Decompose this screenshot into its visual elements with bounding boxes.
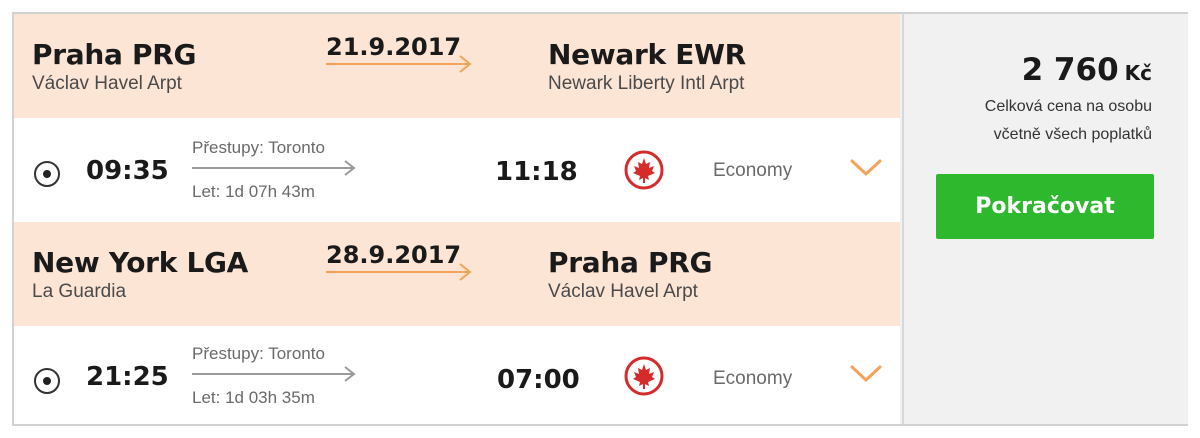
maple-leaf-icon — [624, 150, 664, 190]
origin-airport: La Guardia — [32, 281, 127, 302]
departure-time: 09:35 — [86, 156, 169, 186]
price-note-line2: včetně všech poplatků — [993, 126, 1152, 143]
select-radio[interactable] — [34, 161, 60, 187]
origin-city: Praha PRG — [32, 38, 197, 71]
leg-header-return: New York LGA La Guardia 28.9.2017 Praha … — [14, 222, 900, 326]
chevron-down-icon[interactable] — [850, 364, 882, 384]
price-note-line1: Celková cena na osobu — [984, 98, 1152, 115]
stopover-text: Přestupy: Toronto — [192, 138, 325, 157]
price-currency: Kč — [1124, 61, 1152, 85]
origin-city: New York LGA — [32, 246, 249, 279]
chevron-down-icon[interactable] — [850, 158, 882, 178]
leg-detail-outbound[interactable]: 09:35 Přestupy: Toronto Let: 1d 07h 43m … — [14, 118, 900, 222]
duration-text: Let: 1d 03h 35m — [192, 388, 315, 407]
destination-airport: Newark Liberty Intl Arpt — [548, 73, 745, 94]
origin-airport: Václav Havel Arpt — [32, 73, 182, 94]
destination-city: Praha PRG — [548, 246, 713, 279]
arrow-right-icon — [326, 55, 472, 73]
total-price: 2 760 Kč — [1022, 52, 1152, 88]
leg-detail-return[interactable]: 21:25 Přestupy: Toronto Let: 1d 03h 35m … — [14, 326, 900, 424]
flight-legs: Praha PRG Václav Havel Arpt 21.9.2017 Ne… — [14, 14, 900, 424]
duration-text: Let: 1d 07h 43m — [192, 182, 315, 201]
destination-city: Newark EWR — [548, 38, 746, 71]
flight-result-card: Praha PRG Václav Havel Arpt 21.9.2017 Ne… — [12, 12, 1188, 426]
continue-button[interactable]: Pokračovat — [936, 174, 1154, 239]
arrival-time: 07:00 — [497, 365, 580, 395]
leg-header-outbound: Praha PRG Václav Havel Arpt 21.9.2017 Ne… — [14, 14, 900, 118]
cabin-class: Economy — [713, 368, 793, 389]
stopover-text: Přestupy: Toronto — [192, 344, 325, 363]
price-amount: 2 760 — [1021, 52, 1119, 88]
price-panel: 2 760 Kč Celková cena na osobu včetně vše… — [902, 14, 1188, 424]
departure-time: 21:25 — [86, 362, 169, 392]
destination-airport: Václav Havel Arpt — [548, 281, 698, 302]
arrow-right-icon — [192, 160, 356, 176]
cabin-class: Economy — [713, 160, 793, 181]
maple-leaf-icon — [624, 356, 664, 396]
arrival-time: 11:18 — [495, 157, 578, 187]
select-radio[interactable] — [34, 368, 60, 394]
arrow-right-icon — [326, 263, 472, 281]
arrow-right-icon — [192, 366, 356, 382]
